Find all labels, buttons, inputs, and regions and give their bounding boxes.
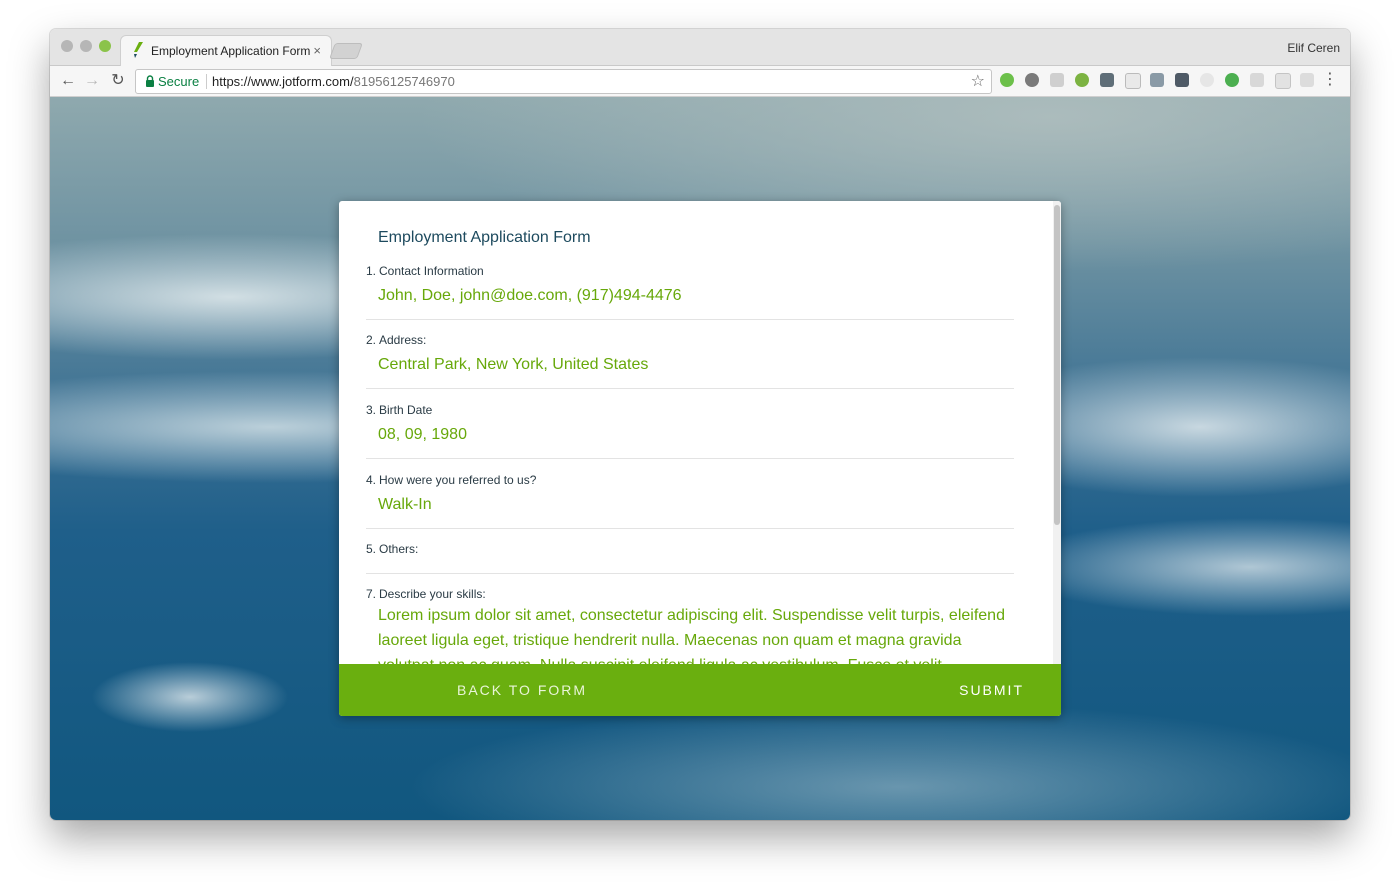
window-icon[interactable]: [1275, 73, 1291, 89]
question-birth-date: 3. Birth Date 08, 09, 1980: [366, 403, 1014, 459]
browser-window: Employment Application Form × Elif Ceren…: [50, 29, 1350, 820]
question-label: 7. Describe your skills:: [366, 587, 1014, 601]
question-label: 1. Contact Information: [366, 264, 1014, 278]
mail-icon[interactable]: [1100, 73, 1114, 87]
lock-icon: [146, 75, 154, 87]
question-label: 3. Birth Date: [366, 403, 1014, 417]
new-tab-button[interactable]: [329, 43, 363, 59]
translate-icon[interactable]: [1150, 73, 1164, 87]
form-title: Employment Application Form: [378, 229, 591, 246]
reload-icon[interactable]: ↻: [108, 71, 128, 91]
json-icon[interactable]: [1125, 73, 1141, 89]
question-text: Contact Information: [379, 264, 484, 278]
answer-value: Walk-In: [378, 496, 432, 513]
address-bar[interactable]: Secure https://www.jotform.com/819561257…: [135, 69, 992, 94]
question-text: Describe your skills:: [379, 587, 486, 601]
scrollbar-thumb[interactable]: [1054, 205, 1060, 525]
scrollbar[interactable]: [1053, 201, 1061, 664]
bookmark-star-icon[interactable]: ☆: [971, 71, 985, 91]
question-others: 5. Others:: [366, 542, 1014, 574]
forward-arrow-icon[interactable]: →: [82, 71, 102, 91]
question-text: Birth Date: [379, 403, 433, 417]
grammarly-icon[interactable]: [1225, 73, 1239, 87]
tab-title: Employment Application Form: [151, 44, 311, 58]
question-number: 3.: [366, 403, 377, 417]
question-label: 5. Others:: [366, 542, 1014, 556]
submit-button[interactable]: SUBMIT: [959, 682, 1024, 698]
answer-value: Central Park, New York, United States: [378, 356, 649, 373]
maximize-window-button[interactable]: [99, 40, 111, 52]
tab-strip: Employment Application Form × Elif Ceren: [50, 29, 1350, 66]
page-background: Employment Application Form 1. Contact In…: [50, 97, 1350, 820]
info-icon[interactable]: [1250, 73, 1264, 87]
bear-icon[interactable]: [1025, 73, 1039, 87]
jotform-favicon-icon: [134, 42, 143, 58]
url-host: https://www.jotform.com/: [212, 74, 354, 89]
back-to-form-button[interactable]: BACK TO FORM: [457, 682, 587, 698]
question-label: 2. Address:: [366, 333, 1014, 347]
browser-toolbar: ← → ↻ Secure https://www.jotform.com/819…: [50, 66, 1350, 97]
url-path: 81956125746970: [353, 74, 455, 89]
question-text: How were you referred to us?: [379, 473, 537, 487]
form-review-content[interactable]: Employment Application Form 1. Contact In…: [339, 201, 1053, 664]
question-number: 7.: [366, 587, 377, 601]
circle-icon[interactable]: [1200, 73, 1214, 87]
question-number: 2.: [366, 333, 377, 347]
question-number: 4.: [366, 473, 377, 487]
question-address: 2. Address: Central Park, New York, Unite…: [366, 333, 1014, 389]
question-text: Others:: [379, 542, 419, 556]
question-skills: 7. Describe your skills: Lorem ipsum dolo…: [366, 587, 1014, 664]
answer-value: John, Doe, john@doe.com, (917)494-4476: [378, 287, 682, 304]
omnibox-divider: [206, 74, 207, 89]
screenshot-icon[interactable]: [1050, 73, 1064, 87]
tab-close-icon[interactable]: ×: [313, 43, 321, 58]
question-label: 4. How were you referred to us?: [366, 473, 1014, 487]
pocket-icon[interactable]: [1175, 73, 1189, 87]
back-arrow-icon[interactable]: ←: [58, 71, 78, 91]
url-text[interactable]: https://www.jotform.com/81956125746970: [212, 74, 455, 89]
evernote-icon[interactable]: [1075, 73, 1089, 87]
question-number: 1.: [366, 264, 377, 278]
question-text: Address:: [379, 333, 427, 347]
form-review-card: Employment Application Form 1. Contact In…: [339, 201, 1061, 716]
secure-label: Secure: [158, 74, 200, 89]
close-window-button[interactable]: [61, 40, 73, 52]
menu-dots-icon[interactable]: ⋮: [1322, 70, 1338, 90]
box-icon[interactable]: [1300, 73, 1314, 87]
answer-value: Lorem ipsum dolor sit amet, consectetur …: [378, 607, 1005, 664]
question-referral: 4. How were you referred to us? Walk-In: [366, 473, 1014, 529]
minimize-window-button[interactable]: [80, 40, 92, 52]
question-number: 5.: [366, 542, 377, 556]
feedly-icon[interactable]: [1000, 73, 1014, 87]
answer-value: 08, 09, 1980: [378, 426, 467, 443]
question-contact-information: 1. Contact Information John, Doe, john@do…: [366, 264, 1014, 320]
profile-name[interactable]: Elif Ceren: [1287, 41, 1340, 55]
form-footer: BACK TO FORM SUBMIT: [339, 664, 1061, 716]
tab-employment-form[interactable]: Employment Application Form ×: [120, 35, 332, 66]
